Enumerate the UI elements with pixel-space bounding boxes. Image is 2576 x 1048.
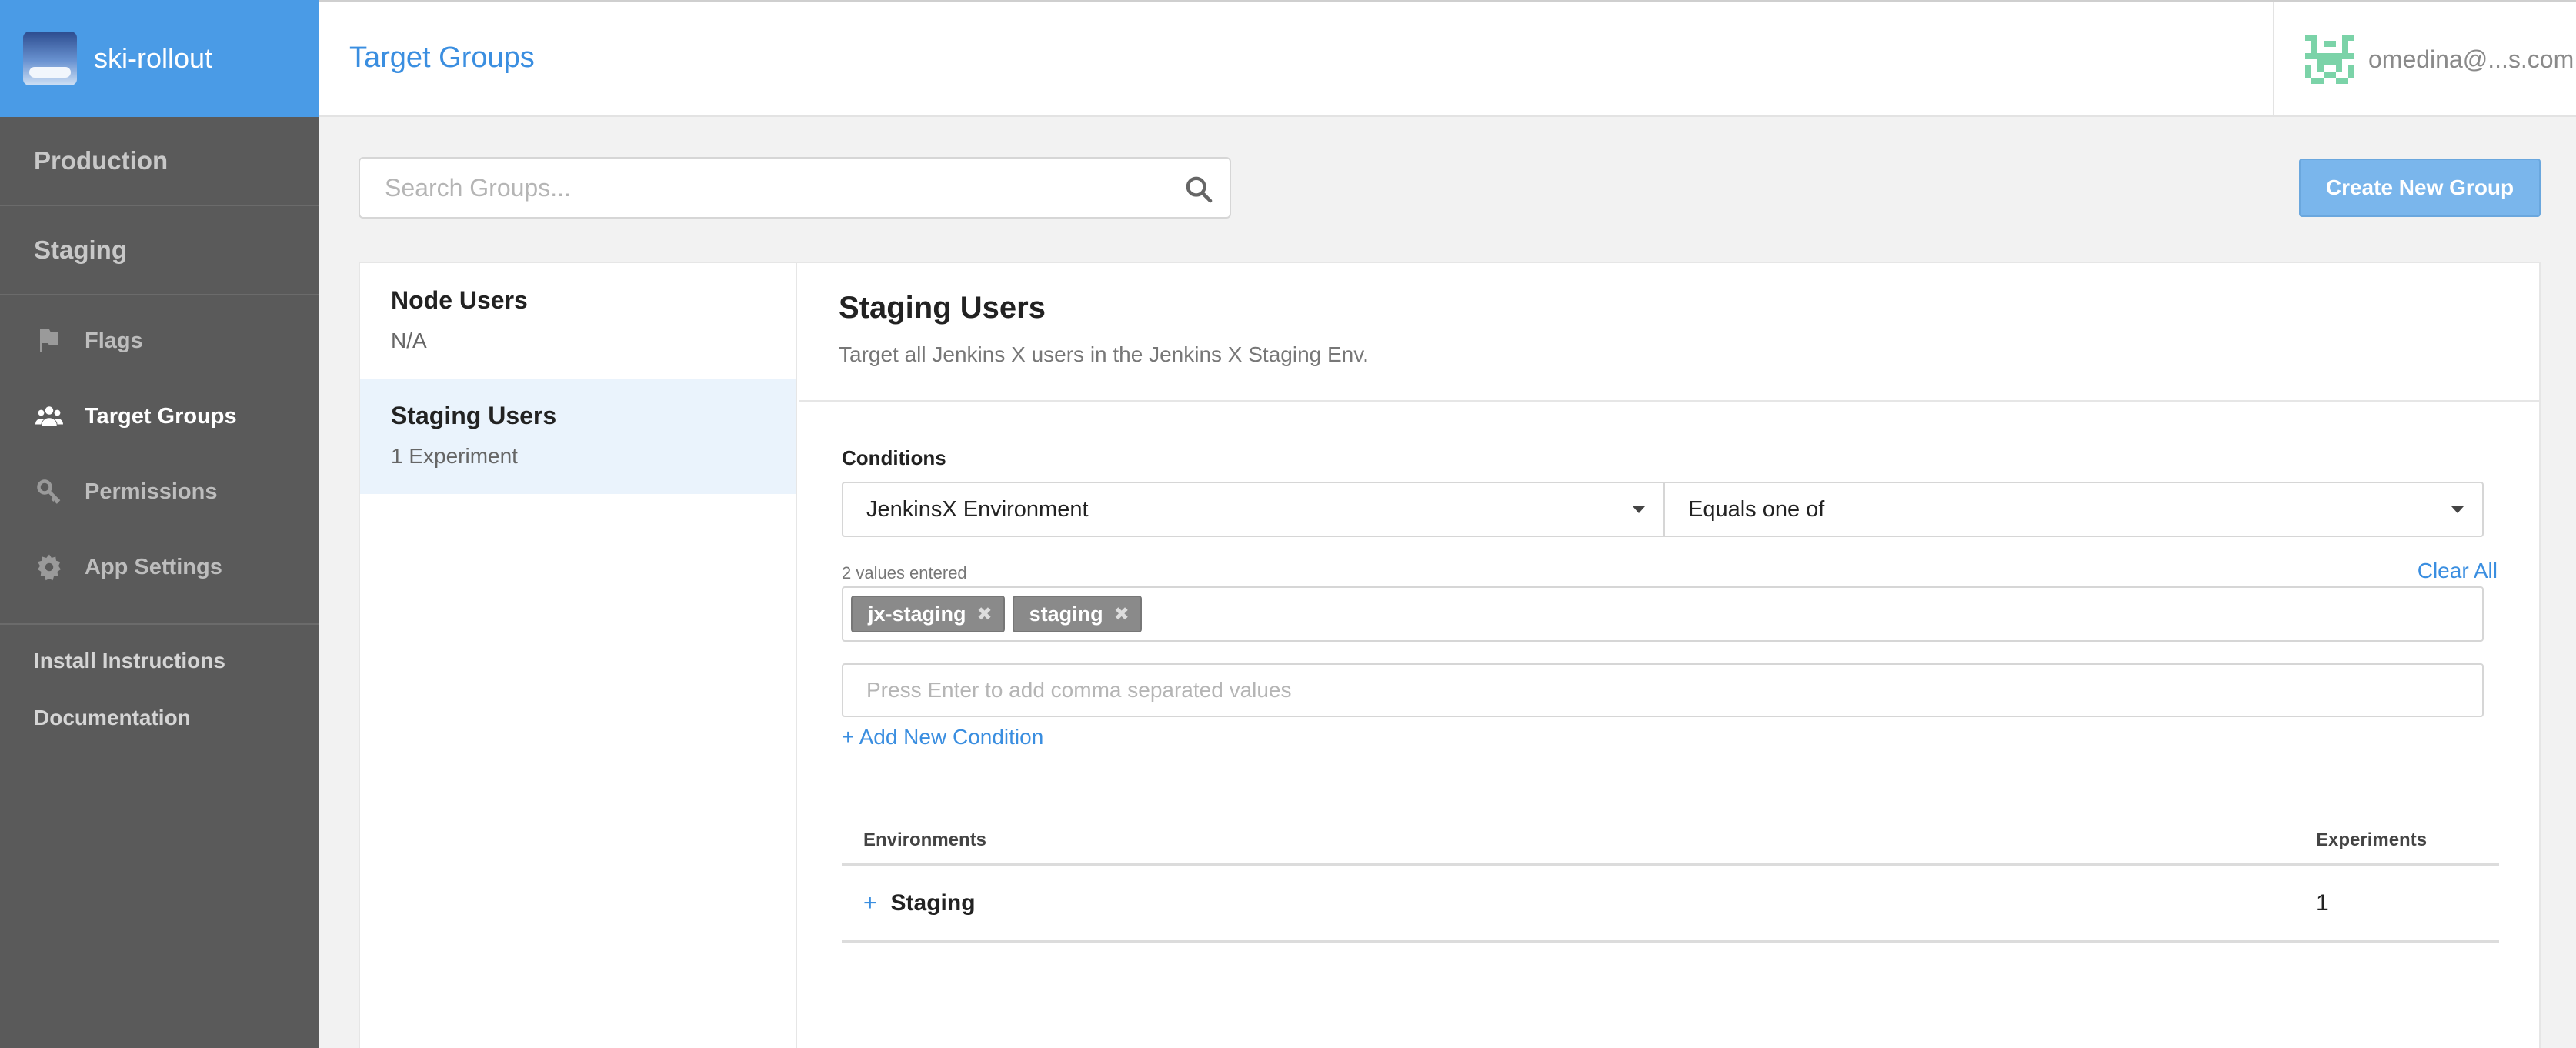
close-icon[interactable]: ✖	[977, 603, 993, 626]
sidebar-nav: Flags Target Groups Permissions App Sett…	[0, 295, 319, 625]
sidebar-item-label: Target Groups	[85, 403, 237, 429]
groups-panel: Node Users N/A Staging Users 1 Experimen…	[359, 262, 2541, 1048]
search-icon[interactable]	[1183, 174, 1214, 205]
detail-description: Target all Jenkins X users in the Jenkin…	[839, 342, 1369, 366]
avatar	[2305, 35, 2354, 84]
sidebar-item-label: Flags	[85, 328, 143, 353]
environments-column-header: Environments	[863, 829, 987, 850]
user-email: omedina@...s.com	[2368, 45, 2574, 73]
create-new-group-button[interactable]: Create New Group	[2299, 159, 2541, 217]
sidebar-item-label: Permissions	[85, 479, 218, 504]
group-subtitle: 1 Experiment	[391, 444, 518, 468]
group-item-node-users[interactable]: Node Users N/A	[360, 263, 796, 379]
detail-title: Staging Users	[839, 291, 1046, 325]
env-production[interactable]: Production	[0, 117, 319, 206]
sidebar-links: Install Instructions Documentation	[0, 625, 319, 746]
expand-icon[interactable]: +	[863, 890, 877, 916]
search-box	[359, 157, 1231, 219]
env-staging[interactable]: Staging	[0, 206, 319, 295]
groups-list: Node Users N/A Staging Users 1 Experimen…	[360, 263, 797, 1048]
add-values-field	[842, 663, 2484, 717]
add-new-condition-link[interactable]: + Add New Condition	[842, 725, 1043, 749]
users-icon	[34, 401, 65, 432]
value-tag-label: jx-staging	[868, 602, 966, 626]
environments-table: Environments Experiments + Staging 1	[842, 817, 2499, 943]
env-production-label: Production	[34, 146, 169, 175]
close-icon[interactable]: ✖	[1114, 603, 1130, 626]
sidebar: ski-rollout Production Staging Flags Tar…	[0, 0, 319, 1048]
group-item-staging-users[interactable]: Staging Users 1 Experiment	[360, 379, 796, 494]
caret-down-icon	[2451, 506, 2464, 513]
environment-name: Staging	[890, 890, 976, 916]
clear-all-link[interactable]: Clear All	[2418, 559, 2498, 583]
operator-select[interactable]: Equals one of	[1663, 482, 2484, 537]
app-logo	[23, 32, 77, 85]
group-name: Node Users	[391, 286, 528, 314]
value-tag: jx-staging ✖	[851, 596, 1005, 632]
caret-down-icon	[1633, 506, 1645, 513]
group-name: Staging Users	[391, 402, 557, 429]
table-row[interactable]: + Staging 1	[842, 866, 2499, 943]
top-header: Target Groups omedina@...s.com	[319, 0, 2576, 117]
install-instructions-link[interactable]: Install Instructions	[0, 632, 319, 689]
user-menu[interactable]: omedina@...s.com	[2273, 2, 2576, 117]
group-detail: Staging Users Target all Jenkins X users…	[799, 263, 2539, 1048]
value-tag-label: staging	[1029, 602, 1103, 626]
documentation-link[interactable]: Documentation	[0, 689, 319, 746]
add-values-input[interactable]	[843, 665, 2482, 716]
operator-select-value: Equals one of	[1688, 496, 1825, 522]
values-tags: jx-staging ✖ staging ✖	[842, 586, 2484, 642]
page-title: Target Groups	[349, 42, 535, 74]
app-name: ski-rollout	[94, 42, 213, 74]
env-staging-label: Staging	[34, 235, 127, 264]
sidebar-item-app-settings[interactable]: App Settings	[0, 529, 319, 605]
group-subtitle: N/A	[391, 329, 427, 352]
experiments-column-header: Experiments	[2316, 829, 2428, 850]
table-header: Environments Experiments	[842, 817, 2499, 866]
key-icon	[34, 476, 65, 507]
search-input[interactable]	[360, 159, 1230, 217]
value-tag: staging ✖	[1012, 596, 1142, 632]
gear-icon	[34, 552, 65, 582]
sidebar-item-target-groups[interactable]: Target Groups	[0, 379, 319, 454]
values-count: 2 values entered	[842, 563, 967, 582]
attribute-select-value: JenkinsX Environment	[866, 496, 1089, 522]
app-brand[interactable]: ski-rollout	[0, 0, 319, 117]
conditions-label: Conditions	[842, 446, 946, 469]
attribute-select[interactable]: JenkinsX Environment	[842, 482, 1665, 537]
sidebar-item-permissions[interactable]: Permissions	[0, 454, 319, 529]
sidebar-item-flags[interactable]: Flags	[0, 303, 319, 379]
flag-icon	[34, 325, 65, 356]
experiments-count: 1	[2316, 890, 2329, 916]
detail-header: Staging Users Target all Jenkins X users…	[799, 263, 2539, 402]
sidebar-item-label: App Settings	[85, 554, 222, 579]
